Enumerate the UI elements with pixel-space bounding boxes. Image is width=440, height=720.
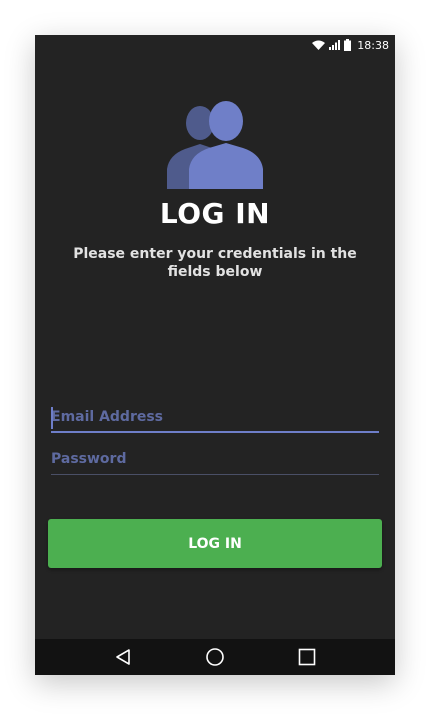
page-title: LOG IN (159, 197, 271, 230)
status-bar: 18:38 (35, 35, 395, 55)
users-icon (167, 99, 263, 189)
password-field[interactable] (51, 445, 379, 475)
recent-apps-icon[interactable] (297, 647, 317, 667)
page-subtitle: Please enter your credentials in the fie… (73, 246, 357, 280)
battery-icon (344, 39, 352, 51)
email-underline (51, 431, 379, 433)
password-input[interactable] (51, 445, 379, 473)
phone-screen: 18:38 LOG IN Please enter your credentia… (35, 35, 395, 675)
signal-icon (329, 40, 341, 50)
login-button[interactable]: LOG IN (48, 519, 382, 568)
wifi-icon (312, 40, 326, 50)
text-cursor (51, 407, 53, 429)
email-field[interactable] (51, 403, 379, 433)
back-icon[interactable] (113, 647, 133, 667)
status-time: 18:38 (357, 38, 389, 52)
nav-bar (35, 639, 395, 675)
email-input[interactable] (51, 403, 379, 431)
home-icon[interactable] (205, 647, 225, 667)
password-underline (51, 474, 379, 475)
